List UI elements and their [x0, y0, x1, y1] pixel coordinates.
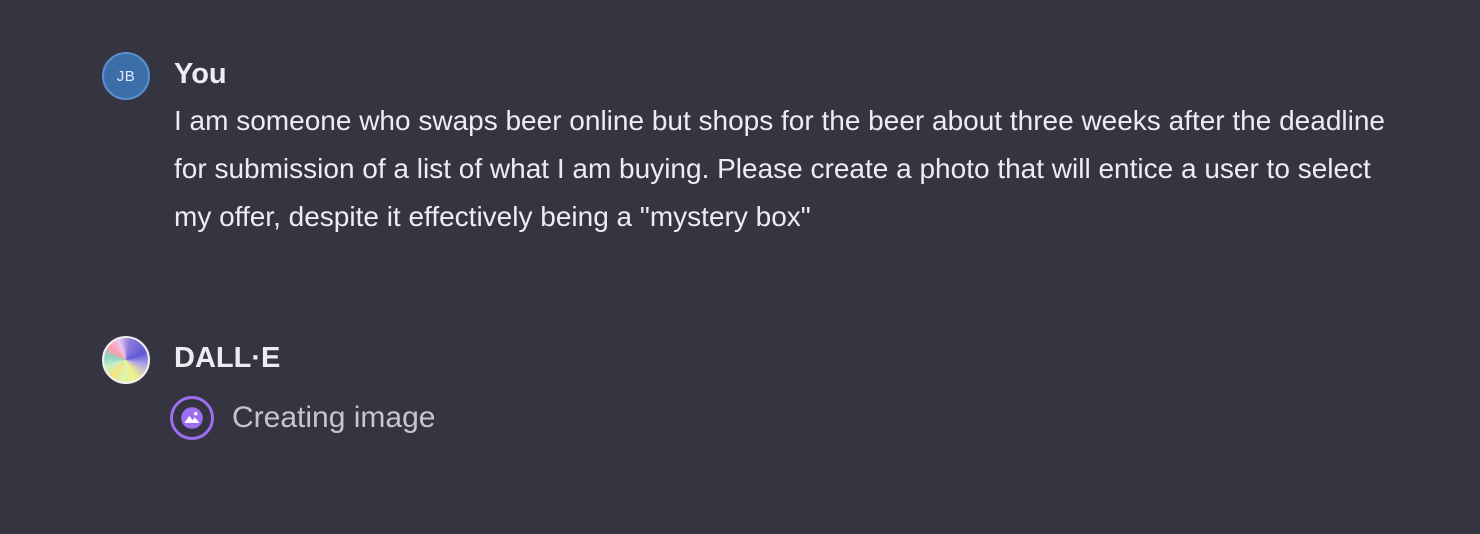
status-text: Creating image [232, 401, 436, 434]
image-generation-status: Creating image [170, 396, 435, 440]
dalle-avatar-icon [102, 336, 150, 384]
avatar: JB [102, 52, 150, 100]
message-author: DALL·E [174, 342, 281, 374]
chat-thread: JB You I am someone who swaps beer onlin… [0, 0, 1480, 534]
message-text: I am someone who swaps beer online but s… [174, 105, 1385, 232]
image-icon [170, 396, 214, 440]
message-content: You I am someone who swaps beer online b… [174, 52, 1420, 241]
message-author: You [174, 58, 227, 90]
message-content: DALL·E [174, 336, 1420, 380]
avatar-initials: JB [116, 67, 136, 85]
